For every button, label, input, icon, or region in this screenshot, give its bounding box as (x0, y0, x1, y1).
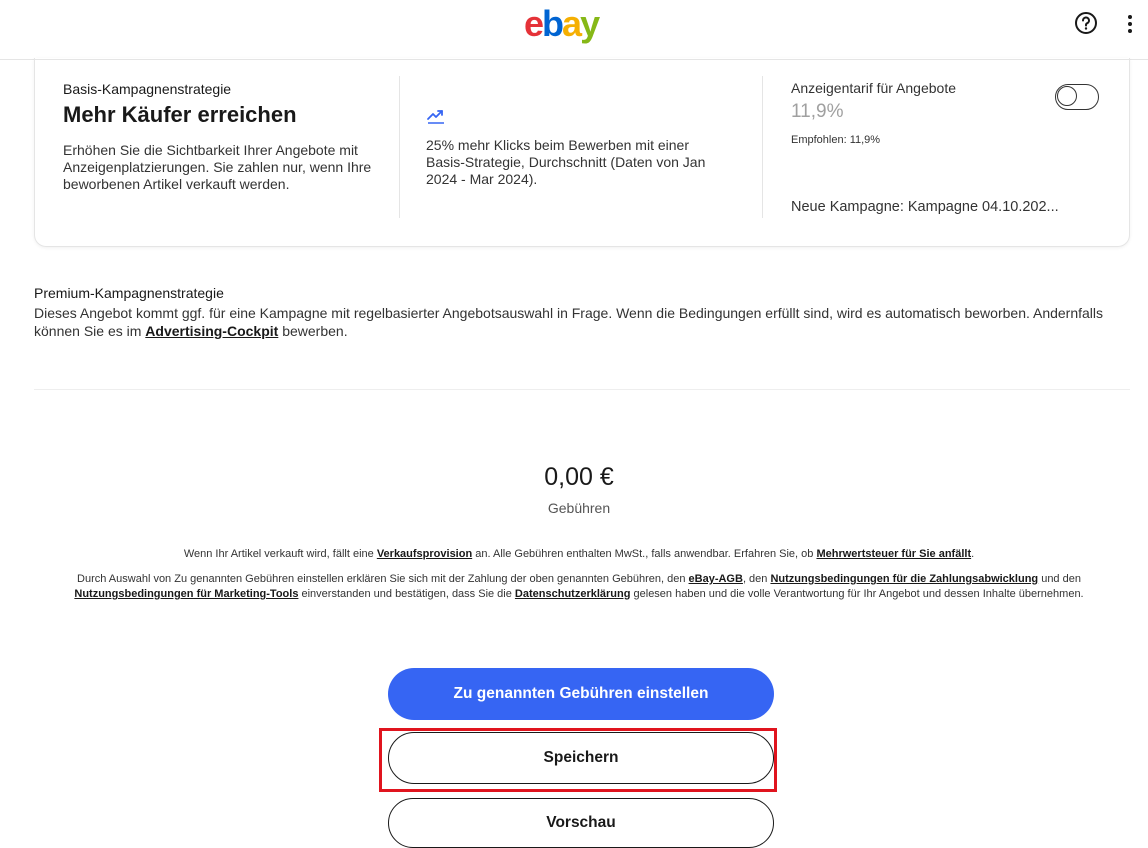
logo-letter: b (542, 3, 564, 44)
fee-notice: Wenn Ihr Artikel verkauft wird, fällt ei… (34, 547, 1124, 562)
basis-strategy-title: Mehr Käufer erreichen (63, 102, 297, 127)
basis-strategy-description: Erhöhen Sie die Sichtbarkeit Ihrer Angeb… (63, 142, 372, 192)
legal-text: an. Alle Gebühren enthalten MwSt., falls… (472, 548, 817, 560)
ebay-logo[interactable]: ebay (524, 3, 600, 44)
top-header: ebay (0, 0, 1148, 60)
more-options-icon[interactable] (1125, 11, 1135, 37)
basis-strategy-eyebrow: Basis-Kampagnenstrategie (63, 81, 232, 97)
basis-campaign-card: Basis-Kampagnenstrategie Mehr Käufer err… (34, 58, 1130, 247)
logo-letter: y (580, 3, 600, 44)
list-with-fees-button[interactable]: Zu genannten Gebühren einstellen (388, 668, 774, 720)
legal-text: Durch Auswahl von Zu genannten Gebühren … (77, 573, 689, 585)
ad-rate-label: Anzeigentarif für Angebote (791, 80, 957, 96)
ad-rate-value: 11,9% (791, 101, 844, 122)
column-divider (762, 76, 763, 218)
payment-terms-link[interactable]: Nutzungsbedingungen für die Zahlungsabwi… (770, 573, 1038, 585)
toggle-knob (1057, 86, 1077, 106)
marketing-tools-terms-link[interactable]: Nutzungsbedingungen für Marketing-Tools (74, 588, 298, 600)
trending-up-icon (427, 110, 444, 124)
legal-text: und den (1038, 573, 1081, 585)
privacy-policy-link[interactable]: Datenschutzerklärung (515, 588, 631, 600)
ad-rate-recommended: Empfohlen: 11,9% (791, 134, 881, 146)
trend-statistic-text: 25% mehr Klicks beim Bewerben mit einer … (426, 137, 706, 187)
sales-commission-link[interactable]: Verkaufsprovision (377, 548, 472, 560)
legal-text: , den (742, 573, 771, 585)
fee-label: Gebühren (547, 500, 611, 516)
vat-info-link[interactable]: Mehrwertsteuer für Sie anfällt (816, 548, 971, 560)
new-campaign-label[interactable]: Neue Kampagne: Kampagne 04.10.202... (791, 199, 1059, 215)
legal-text: Wenn Ihr Artikel verkauft wird, fällt ei… (183, 548, 377, 560)
advertising-cockpit-link[interactable]: Advertising-Cockpit (145, 323, 278, 339)
premium-text: bewerben. (278, 323, 348, 339)
legal-text: gelesen haben und die volle Verantwortun… (630, 588, 1084, 600)
legal-text: . (971, 548, 975, 560)
highlight-box (379, 728, 777, 792)
premium-strategy-title: Premium-Kampagnenstrategie (34, 285, 224, 301)
section-divider (34, 389, 1130, 390)
legal-text: einverstanden und bestätigen, dass Sie d… (298, 588, 515, 600)
premium-strategy-description: Dieses Angebot kommt ggf. für eine Kampa… (34, 304, 1124, 340)
fee-amount: 0,00 € (544, 463, 614, 491)
help-icon[interactable] (1074, 11, 1098, 35)
ebay-terms-link[interactable]: eBay-AGB (689, 573, 743, 585)
logo-letter: e (524, 3, 544, 44)
logo-letter: a (562, 3, 582, 44)
promote-toggle[interactable] (1055, 84, 1099, 110)
terms-notice: Durch Auswahl von Zu genannten Gebühren … (34, 572, 1124, 602)
column-divider (399, 76, 400, 218)
